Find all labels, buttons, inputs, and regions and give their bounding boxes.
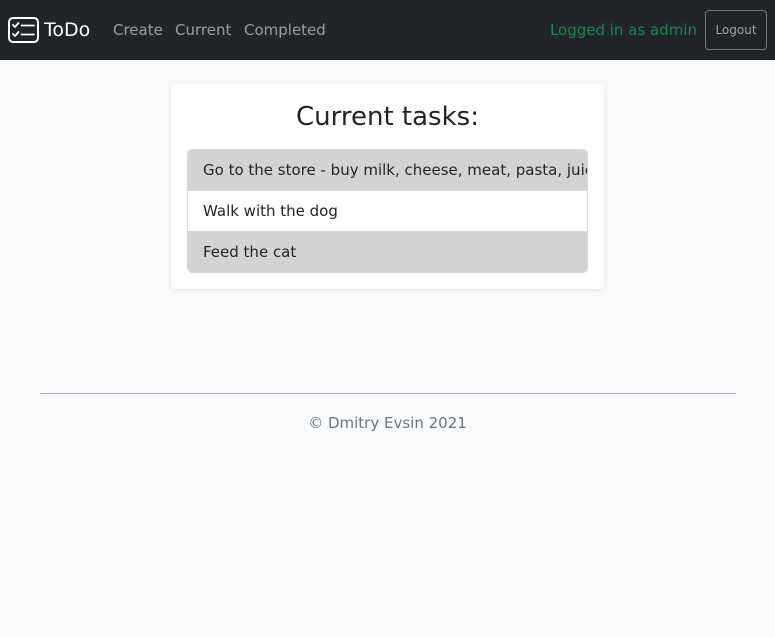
page-title: Current tasks: (296, 102, 479, 132)
nav-current-link[interactable]: Current (175, 19, 231, 41)
task-list: Go to the store - buy milk, cheese, meat… (187, 149, 588, 273)
logged-in-status: Logged in as admin (549, 21, 697, 39)
task-item[interactable]: Walk with the dog (188, 191, 587, 232)
brand-label: ToDo (44, 19, 91, 41)
task-item[interactable]: Feed the cat (188, 232, 587, 272)
brand-link[interactable]: ToDo (8, 15, 90, 45)
footer-copyright: © Dmitry Evsin 2021 (308, 414, 467, 432)
checklist-icon (8, 17, 39, 43)
nav-completed-link[interactable]: Completed (244, 19, 326, 41)
task-item[interactable]: Go to the store - buy milk, cheese, meat… (188, 150, 587, 191)
logout-button[interactable]: Logout (705, 10, 767, 50)
nav-create-link[interactable]: Create (113, 19, 163, 41)
footer-divider (40, 393, 736, 394)
navbar: ToDo Create Current Completed Logged in … (0, 0, 775, 60)
current-tasks-card: Current tasks: Go to the store - buy mil… (171, 84, 604, 289)
